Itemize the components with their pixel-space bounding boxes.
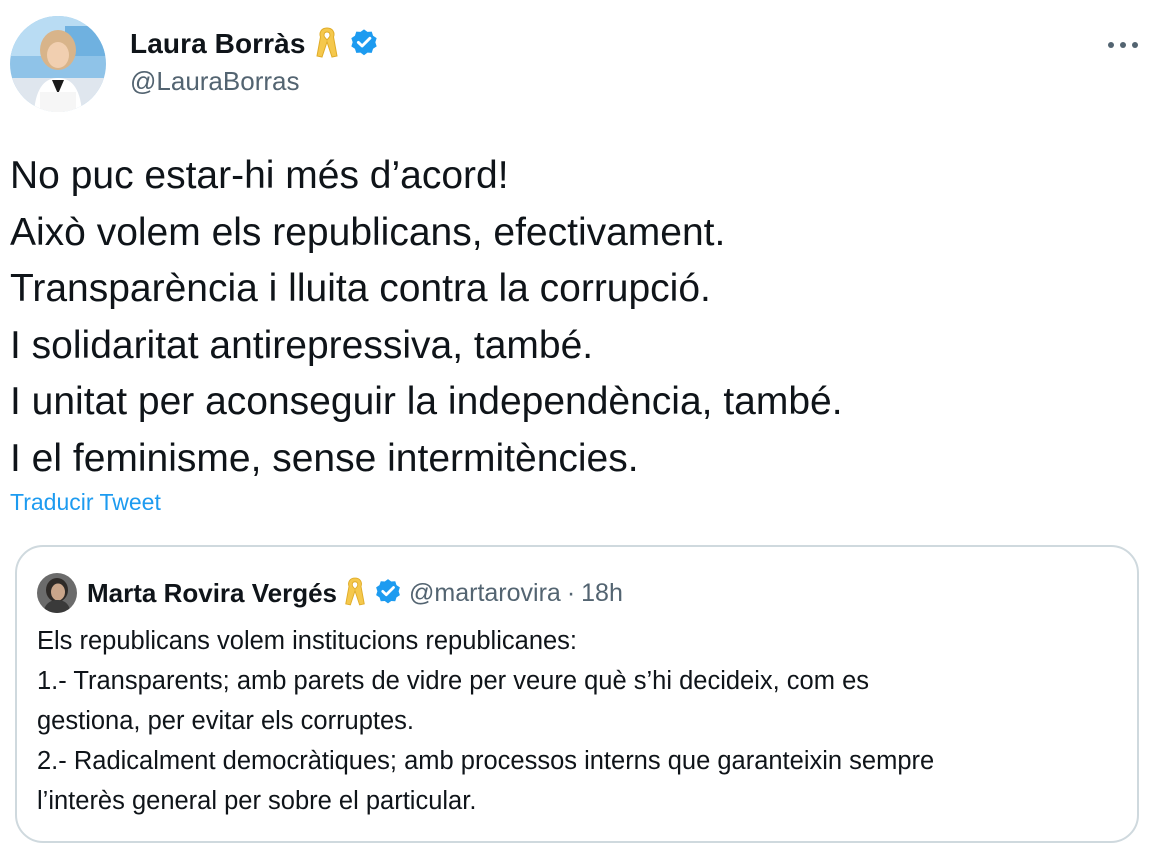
quoted-author-name: Marta Rovira Vergés (87, 577, 338, 608)
tweet-text: No puc estar-hi més d’acord! Això volem … (10, 148, 1130, 487)
quoted-text-line: gestiona, per evitar els corruptes. (37, 707, 415, 735)
author-avatar[interactable] (10, 16, 106, 112)
quoted-tweet-text: Els republicans volem institucions repub… (37, 621, 1127, 821)
author-name[interactable]: Laura Borràs (130, 28, 306, 60)
quoted-text-line: 2.- Radicalment democràtiques; amb proce… (37, 747, 935, 775)
author-avatar-image (10, 16, 106, 112)
tweet-text-line: I el feminisme, sense intermitències. (10, 436, 639, 480)
quoted-author-avatar-image (37, 573, 77, 613)
quoted-text-line: 1.- Transparents; amb parets de vidre pe… (37, 667, 869, 695)
tweet-text-line: I unitat per aconseguir la independència… (10, 380, 843, 423)
tweet-text-line: I solidaritat antirepressiva, també. (10, 323, 594, 367)
tweet-text-line: No puc estar-hi més d’acord! (10, 154, 509, 197)
author-name-row: Laura Borràs (130, 24, 380, 64)
tweet-text-line: Això volem els republicans, efectivament… (10, 210, 726, 254)
quoted-timestamp: 18h (581, 578, 623, 607)
quoted-author-handle: @martarovira (409, 578, 561, 607)
verified-badge-icon (373, 576, 403, 611)
translate-tweet-link[interactable]: Traducir Tweet (10, 489, 161, 516)
quoted-separator: · (566, 578, 576, 607)
author-handle[interactable]: @LauraBorras (130, 66, 299, 97)
more-options-button[interactable] (1100, 26, 1146, 66)
quoted-text-line: Els republicans volem institucions repub… (37, 627, 578, 655)
yellow-ribbon-icon (343, 575, 367, 612)
quoted-text-line: l’interès general per sobre el particula… (37, 787, 477, 815)
yellow-ribbon-icon (314, 25, 340, 64)
more-options-icon (1106, 37, 1140, 55)
verified-badge-icon (348, 26, 380, 63)
tweet-text-line: Transparència i lluita contra la corrupc… (10, 267, 711, 310)
quoted-tweet-card[interactable]: Marta Rovira Vergés @martarovira · 18h E… (15, 545, 1139, 843)
quoted-author-avatar (37, 573, 77, 613)
quoted-tweet-header: Marta Rovira Vergés @martarovira · 18h (87, 571, 623, 615)
